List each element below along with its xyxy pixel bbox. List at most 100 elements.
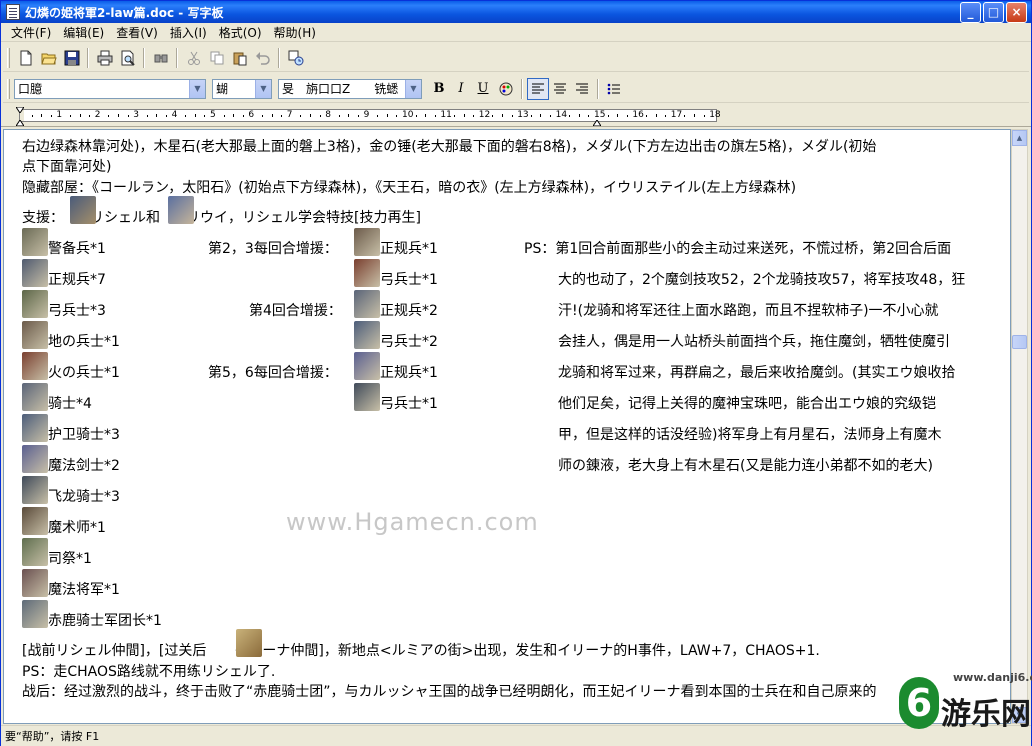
ruler-tick [319, 115, 321, 117]
ruler-label: 6 [248, 110, 255, 120]
document-area[interactable]: 右边绿森林靠河处)，木星石(老大那最上面的磐上3格)，金の锤(老大那最下面的磐右… [3, 129, 1011, 724]
underline-button[interactable]: U [472, 78, 494, 100]
ruler[interactable]: 1 2 3 4 5 6 7 8 9 10 11 12 13 14 15 16 17 18 [1, 105, 1031, 127]
ps-line: 会挂人，偶是用一人站桥头前面挡个兵，拖住魔剑，牺牲使魔引 [558, 334, 950, 350]
ruler-tick [89, 115, 91, 117]
bullets-button[interactable] [603, 78, 625, 100]
ruler-tick [569, 115, 571, 117]
ruler-tick [386, 114, 388, 117]
close-button[interactable]: × [1006, 1, 1027, 23]
ruler-strip[interactable]: 1 2 3 4 5 6 7 8 9 10 11 12 13 14 15 16 17 18 [19, 109, 721, 122]
first-indent-marker[interactable] [16, 107, 24, 113]
ruler-tick [156, 114, 158, 117]
undo-icon[interactable] [251, 47, 274, 69]
maximize-button[interactable]: □ [983, 1, 1004, 23]
unit-sprite-icon [22, 383, 48, 411]
ps-line: 大的也动了，2个魔剑技攻52，2个龙骑技攻57，将军技攻48，狂 [558, 272, 966, 288]
chevron-down-icon[interactable]: ▼ [405, 79, 421, 98]
insert-datetime-icon[interactable] [284, 47, 307, 69]
window-title: 幻燐の姫将軍2-law篇.doc - 写字板 [25, 5, 224, 20]
ruler-tick [684, 115, 686, 117]
unit-sprite-icon [354, 321, 380, 349]
color-palette-icon[interactable] [494, 78, 517, 100]
chevron-down-icon[interactable]: ▼ [189, 79, 205, 98]
unit-sprite-icon [22, 507, 48, 535]
doc-line: 隐藏部屋：《コールラン，太阳石》(初始点下方绿森林)，《天王石，暗の衣》(左上方… [22, 180, 797, 196]
menu-help[interactable]: 帮助(H) [268, 24, 322, 41]
chevron-down-icon[interactable]: ▼ [255, 79, 271, 98]
ruler-tick [108, 115, 110, 117]
cut-icon[interactable] [182, 47, 205, 69]
ruler-tick [194, 114, 196, 117]
unit-entry: 飞龙骑士*3 [48, 489, 120, 505]
title-bar[interactable]: 幻燐の姫将軍2-law篇.doc - 写字板 _ □ × [1, 1, 1031, 23]
ruler-tick [262, 115, 263, 117]
align-center-button[interactable] [549, 78, 571, 100]
ruler-tick [396, 115, 398, 117]
ruler-label: 3 [133, 110, 139, 120]
menu-file[interactable]: 文件(F) [5, 24, 57, 41]
right-indent-marker[interactable] [593, 120, 601, 126]
ruler-label: 14 [555, 110, 568, 120]
status-text: 要“帮助”，请按 F1 [5, 730, 100, 743]
minimize-button[interactable]: _ [960, 1, 981, 23]
paste-icon[interactable] [228, 47, 251, 69]
menu-edit[interactable]: 编辑(E) [57, 24, 110, 41]
italic-button[interactable]: I [450, 78, 472, 100]
ruler-tick [578, 114, 580, 117]
print-preview-icon[interactable] [116, 47, 139, 69]
menu-format[interactable]: 格式(O) [213, 24, 268, 41]
menu-view[interactable]: 查看(V) [110, 24, 164, 41]
ruler-tick [204, 115, 206, 117]
find-icon[interactable] [149, 47, 172, 69]
font-size-select[interactable]: 蝴 ▼ [212, 78, 272, 99]
copy-icon[interactable] [205, 47, 228, 69]
toolbar-grip[interactable] [7, 47, 10, 68]
menu-insert[interactable]: 插入(I) [164, 24, 213, 41]
doc-line: 右边绿森林靠河处)，木星石(老大那最上面的磐上3格)，金の锤(老大那最下面的磐右… [22, 139, 877, 155]
align-left-button[interactable] [527, 77, 549, 100]
new-icon[interactable] [14, 47, 37, 69]
unit-entry: 赤鹿骑士军团长*1 [48, 613, 162, 629]
character-portrait-icon [236, 629, 262, 657]
ruler-tick [300, 115, 302, 117]
toolbar-separator [278, 47, 280, 68]
toolbar-separator [597, 78, 599, 99]
open-icon[interactable] [37, 47, 60, 69]
unit-entry: 弓兵士*1 [380, 272, 438, 288]
doc-line: [战前リシェル仲間]，[过关后 イリーナ仲間]，新地点<ルミアの街>出现，发生和イ… [22, 642, 820, 660]
left-indent-marker[interactable] [16, 120, 24, 126]
font-name-select[interactable]: 口臆 ▼ [14, 78, 206, 99]
font-size-value: 蝴 [216, 82, 229, 96]
unit-entry: 正规兵*1 [380, 241, 438, 257]
reinforce-label: 第2，3每回合增援： [208, 241, 338, 257]
scroll-up-icon[interactable]: ▲ [1012, 130, 1027, 146]
reinforce-label: 第4回合增援： [249, 303, 342, 319]
vertical-scrollbar[interactable]: ▲ ▼ [1011, 129, 1028, 724]
ruler-tick [511, 115, 513, 117]
ruler-tick [463, 114, 465, 117]
unit-sprite-icon [22, 414, 48, 442]
ruler-tick [425, 114, 427, 117]
save-icon[interactable] [60, 47, 83, 69]
ruler-tick [79, 114, 81, 117]
ruler-tick [338, 115, 340, 117]
script-select[interactable]: 旻 旃口口Z 铣蟋 ▼ [278, 78, 422, 99]
scroll-thumb[interactable] [1012, 335, 1027, 349]
unit-entry: 地の兵士*1 [48, 334, 120, 350]
support-prefix: 支援： [22, 210, 64, 226]
unit-sprite-icon [22, 445, 48, 473]
unit-entry: 正规兵*2 [380, 303, 438, 319]
bold-button[interactable]: B [428, 78, 450, 100]
align-right-button[interactable] [571, 78, 593, 100]
ruler-label: 2 [94, 110, 101, 120]
unit-entry: 魔法将军*1 [48, 582, 120, 598]
toolbar-separator [87, 47, 89, 68]
toolbar-grip[interactable] [7, 78, 10, 99]
doc-line: 战后：经过激烈的战斗，终于击败了“赤鹿骑士团”，与カルッシャ王国的战争已经明朗化… [22, 684, 877, 700]
unit-sprite-icon [22, 352, 48, 380]
print-icon[interactable] [93, 47, 116, 69]
ruler-tick [50, 115, 52, 117]
ruler-label: 11 [440, 110, 452, 120]
unit-sprite-icon [354, 228, 380, 256]
